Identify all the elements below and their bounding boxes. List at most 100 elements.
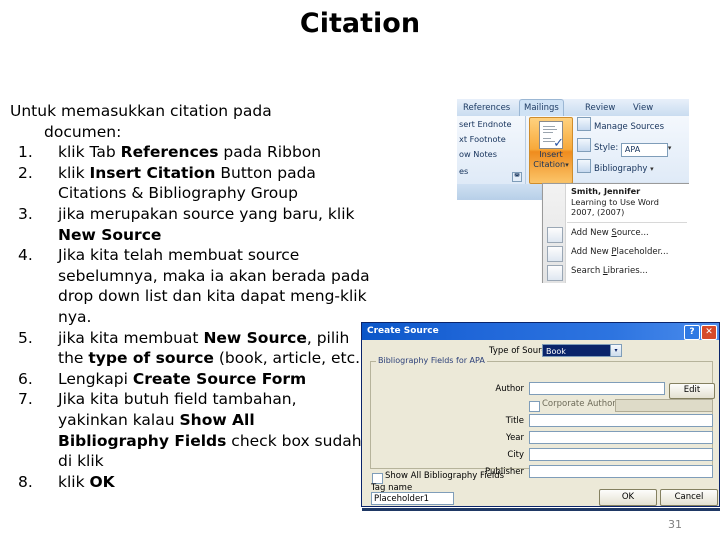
source-year: 2007, (2007) xyxy=(571,207,625,217)
corporate-author-field xyxy=(615,399,713,412)
step-item-2: 2. klik Insert Citation Button pada Citat… xyxy=(10,163,370,204)
insert-citation-button[interactable]: ✓ Insert Citation▾ xyxy=(529,117,573,184)
step-number-7: 7. xyxy=(18,390,33,409)
style-icon xyxy=(577,138,591,152)
intro-line-2: documen: xyxy=(44,122,122,141)
next-footnote-label[interactable]: xt Footnote xyxy=(459,134,506,144)
author-field[interactable] xyxy=(529,382,665,395)
chevron-down-icon[interactable]: ▾ xyxy=(565,161,569,169)
add-new-source-label-pre: Add New xyxy=(571,228,612,238)
page-number: 31 xyxy=(668,518,682,531)
style-combobox[interactable]: APA xyxy=(620,143,668,157)
create-source-dialog: Create Source ? ✕ Type of Source Book ▾ … xyxy=(361,322,720,507)
step-text-8: klik OK xyxy=(58,472,115,491)
edit-button[interactable]: Edit xyxy=(669,383,715,399)
bibliography-button[interactable]: Bibliography ▾ xyxy=(577,159,654,176)
corporate-author-label: Corporate Author xyxy=(542,399,616,409)
add-new-placeholder-label-post: laceholder... xyxy=(616,247,669,257)
checkmark-icon: ✓ xyxy=(553,136,564,151)
step-text-1: klik Tab References pada Ribbon xyxy=(58,143,322,162)
insert-citation-label-text: Citation xyxy=(533,158,566,169)
year-label: Year xyxy=(506,433,524,443)
footnotes-group-label: es xyxy=(459,166,469,176)
add-new-placeholder-label-pre: Add New xyxy=(571,247,612,257)
step-item-4: 4. Jika kita telah membuat source sebelum… xyxy=(10,245,370,327)
ribbon-tab-strip: References Mailings Review View xyxy=(457,99,689,117)
chevron-down-icon[interactable]: ▾ xyxy=(668,144,672,152)
style-label: Style: xyxy=(594,143,619,153)
menu-item-add-new-source[interactable]: Add New Source... xyxy=(571,228,649,238)
footer-divider xyxy=(362,508,720,511)
step-text-2: klik Insert Citation Button pada Citatio… xyxy=(58,163,316,203)
dialog-title-bar[interactable]: Create Source ? ✕ xyxy=(362,323,719,340)
step-item-7: 7. Jika kita butuh field tambahan, yakink… xyxy=(10,389,370,471)
citations-bibliography-group: Manage Sources Style: APA ▾ Bibliography … xyxy=(575,117,688,183)
word-ribbon-screenshot: References Mailings Review View sert End… xyxy=(457,99,689,283)
step-number-5: 5. xyxy=(18,328,33,347)
step-text-5: jika kita membuat New Source, pilih the … xyxy=(58,328,367,368)
tab-references[interactable]: References xyxy=(459,100,514,116)
step-number-2: 2. xyxy=(18,163,33,182)
step-text-3: jika merupakan source yang baru, klik Ne… xyxy=(58,204,355,244)
step-number-8: 8. xyxy=(18,472,33,491)
tab-review[interactable]: Review xyxy=(581,100,619,116)
menu-item-add-new-placeholder[interactable]: Add New Placeholder... xyxy=(571,247,668,257)
style-selector[interactable]: Style: APA ▾ xyxy=(577,138,672,157)
ribbon-body: sert Endnote xt Footnote ow Notes es ◚ ✓… xyxy=(457,116,689,185)
search-libraries-label-post: ibraries... xyxy=(607,266,648,276)
source-author: Smith, Jennifer xyxy=(571,186,641,196)
close-icon[interactable]: ✕ xyxy=(701,325,717,340)
source-title: Learning to Use Word xyxy=(571,196,659,207)
publisher-field[interactable] xyxy=(529,465,713,478)
intro-line-1: Untuk memasukkan citation pada xyxy=(10,102,272,120)
step-text-7: Jika kita butuh field tambahan, yakinkan… xyxy=(58,390,362,471)
step-text-6: Lengkapi Create Source Form xyxy=(58,369,307,388)
manage-sources-label: Manage Sources xyxy=(594,122,665,132)
chevron-down-icon[interactable]: ▾ xyxy=(610,344,622,357)
insert-citation-dropdown-menu: Smith, Jennifer Learning to Use Word 200… xyxy=(542,183,689,283)
step-number-1: 1. xyxy=(18,143,33,162)
step-item-3: 3. jika merupakan source yang baru, klik … xyxy=(10,204,370,245)
city-field[interactable] xyxy=(529,448,713,461)
page-title: Citation xyxy=(299,8,421,39)
tab-mailings[interactable]: Mailings xyxy=(519,99,564,117)
step-item-8: 8. klik OK xyxy=(10,472,370,493)
year-field[interactable] xyxy=(529,431,713,444)
step-item-5: 5. jika kita membuat New Source, pilih th… xyxy=(10,328,370,369)
step-item-1: 1. klik Tab References pada Ribbon xyxy=(10,142,370,163)
corporate-author-checkbox[interactable] xyxy=(529,401,540,412)
menu-item-search-libraries[interactable]: Search Libraries... xyxy=(571,266,648,276)
bibliography-fields-group-label: Bibliography Fields for APA xyxy=(376,356,487,365)
insert-citation-label-line2: Citation▾ xyxy=(530,158,572,171)
step-item-6: 6. Lengkapi Create Source Form xyxy=(10,369,370,390)
tab-view[interactable]: View xyxy=(629,100,657,116)
bibliography-icon xyxy=(577,159,591,173)
step-number-3: 3. xyxy=(18,204,33,223)
existing-source-entry[interactable]: Smith, Jennifer Learning to Use Word 200… xyxy=(571,186,659,218)
slide-body-text: Untuk memasukkan citation pada documen: … xyxy=(10,101,370,492)
step-number-4: 4. xyxy=(18,246,33,265)
ok-button[interactable]: OK xyxy=(599,489,657,506)
tag-name-input[interactable]: Placeholder1 xyxy=(371,492,454,505)
dialog-title: Create Source xyxy=(367,326,439,336)
city-label: City xyxy=(507,450,524,460)
show-notes-label[interactable]: ow Notes xyxy=(459,149,497,159)
title-field[interactable] xyxy=(529,414,713,427)
chevron-down-icon[interactable]: ▾ xyxy=(650,165,654,173)
step-text-4: Jika kita telah membuat source sebelumny… xyxy=(58,246,370,326)
steps-list: 1. klik Tab References pada Ribbon 2. klik … xyxy=(10,142,370,492)
help-icon[interactable]: ? xyxy=(684,325,700,340)
show-all-bibliography-fields-label: Show All Bibliography Fields xyxy=(385,471,505,481)
footnotes-group: sert Endnote xt Footnote ow Notes es ◚ xyxy=(457,116,526,184)
manage-sources-button[interactable]: Manage Sources xyxy=(577,117,664,134)
search-libraries-label-pre: Search xyxy=(571,266,603,276)
author-label: Author xyxy=(495,384,524,394)
menu-separator xyxy=(567,222,687,223)
add-new-source-label-post: ource... xyxy=(616,228,649,238)
insert-citation-icon: ✓ xyxy=(539,121,564,151)
manage-sources-icon xyxy=(577,117,591,131)
cancel-button[interactable]: Cancel xyxy=(660,489,718,506)
insert-endnote-label[interactable]: sert Endnote xyxy=(459,119,512,129)
dialog-launcher-icon[interactable]: ◚ xyxy=(512,172,522,182)
add-new-source-icon xyxy=(547,227,563,243)
